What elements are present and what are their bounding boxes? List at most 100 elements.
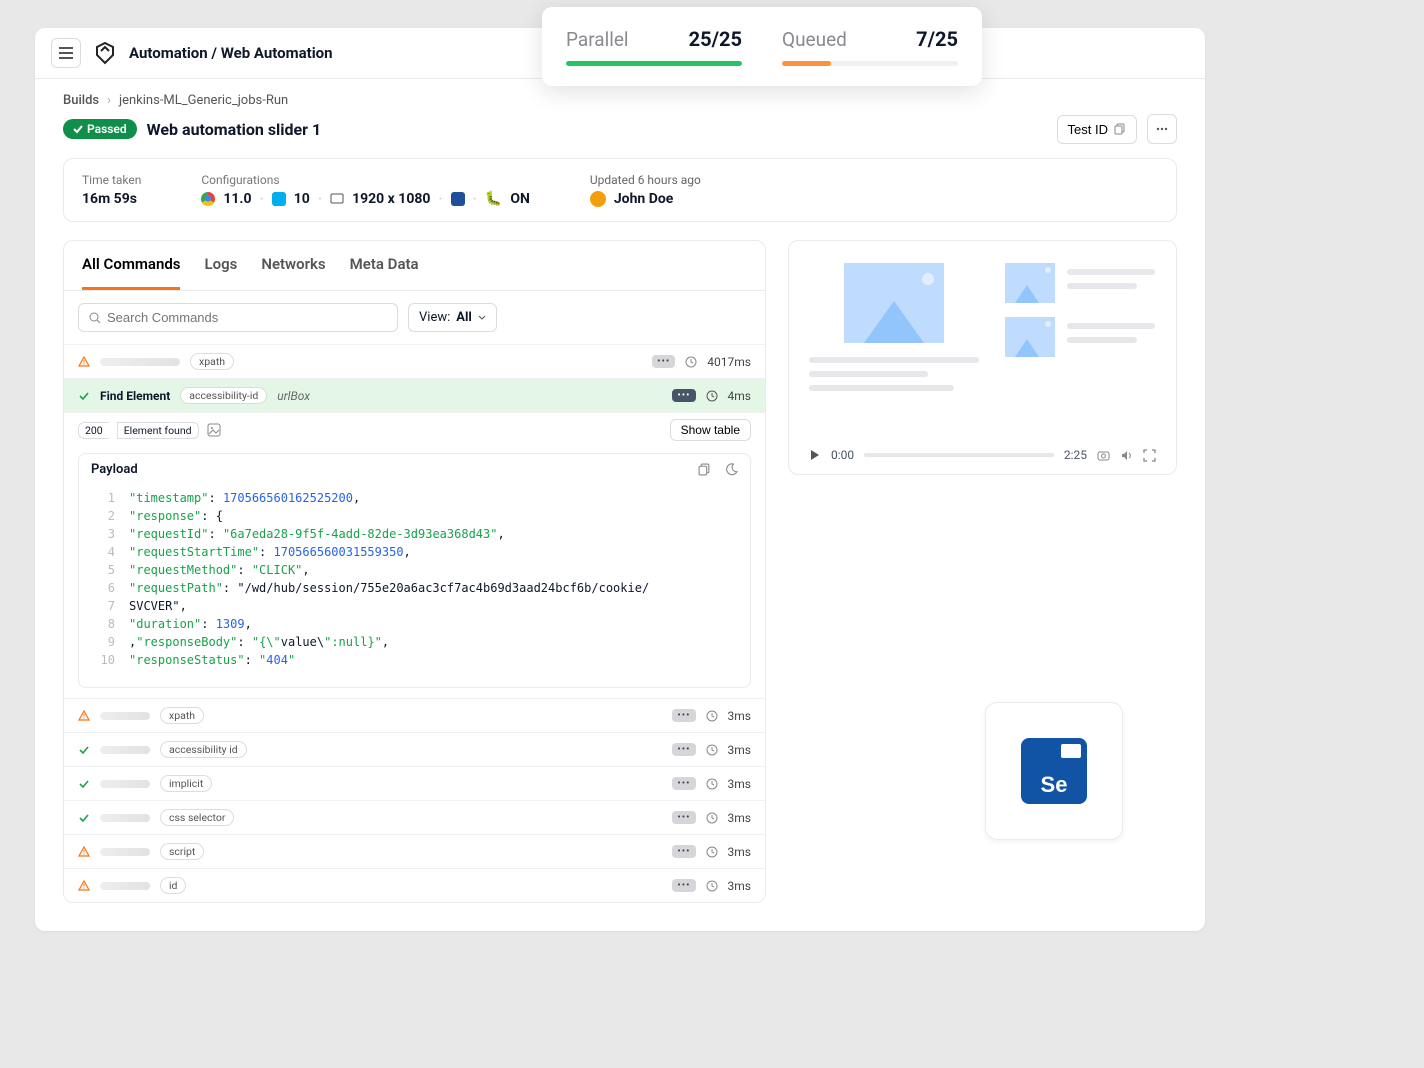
clock-icon xyxy=(706,846,718,858)
video-current-time: 0:00 xyxy=(831,448,854,462)
check-icon xyxy=(78,812,90,824)
breadcrumb-root[interactable]: Builds xyxy=(63,93,99,108)
selenium-card: Se xyxy=(985,702,1123,840)
menu-icon xyxy=(59,47,73,59)
skeleton xyxy=(100,814,150,822)
tab-networks[interactable]: Networks xyxy=(261,255,325,290)
view-dropdown[interactable]: View: All xyxy=(408,303,497,332)
time-label: Time taken xyxy=(82,173,141,187)
warning-icon xyxy=(78,880,90,892)
windows-icon xyxy=(272,192,286,206)
search-input[interactable] xyxy=(78,303,398,332)
clock-icon xyxy=(706,744,718,756)
image-icon[interactable] xyxy=(207,423,221,437)
copy-icon xyxy=(1114,123,1126,135)
stats-banner: Parallel 25/25 Queued 7/25 xyxy=(542,7,982,86)
locator-tag: accessibility id xyxy=(160,741,247,758)
command-row[interactable]: id ••• 3ms xyxy=(64,868,765,902)
tabs: All Commands Logs Networks Meta Data xyxy=(64,241,765,291)
parallel-stat: Parallel 25/25 xyxy=(566,27,742,66)
bug-icon: 🐛 xyxy=(485,191,502,207)
command-row[interactable]: implicit•••3ms xyxy=(64,766,765,800)
chevron-down-icon xyxy=(478,314,486,322)
tab-logs[interactable]: Logs xyxy=(204,255,237,290)
payload-title: Payload xyxy=(91,462,138,477)
screen-icon xyxy=(330,192,344,206)
more-button[interactable] xyxy=(1147,114,1177,144)
row-more-button[interactable]: ••• xyxy=(672,777,695,790)
row-time: 3ms xyxy=(728,879,751,893)
row-more-button[interactable]: ••• xyxy=(672,743,695,756)
dots-icon xyxy=(1156,123,1168,135)
skeleton xyxy=(100,882,150,890)
time-value: 16m 59s xyxy=(82,191,141,207)
locator-tag: accessibility-id xyxy=(180,387,267,404)
row-more-button[interactable]: ••• xyxy=(672,879,695,892)
menu-button[interactable] xyxy=(51,38,81,68)
breadcrumb-item: jenkins-ML_Generic_jobs-Run xyxy=(119,93,288,108)
command-row[interactable]: xpath ••• 4017ms xyxy=(64,344,765,378)
code-badge[interactable]: ••• xyxy=(672,389,695,402)
clock-icon xyxy=(706,390,718,402)
warning-icon xyxy=(78,710,90,722)
play-button[interactable] xyxy=(809,449,821,461)
user-value: John Doe xyxy=(590,191,701,207)
config-values: 11.0 · 10 · 1920 x 1080 · · 🐛 ON xyxy=(201,191,530,207)
check-icon xyxy=(78,390,90,402)
clock-icon xyxy=(706,778,718,790)
chrome-icon xyxy=(201,192,215,206)
locator-tag: implicit xyxy=(160,775,212,792)
moon-icon[interactable] xyxy=(725,463,738,476)
command-row[interactable]: xpath•••3ms xyxy=(64,698,765,732)
row-time: 4017ms xyxy=(707,355,751,369)
locator-tag: id xyxy=(160,877,186,894)
camera-icon[interactable] xyxy=(1097,449,1110,462)
volume-icon[interactable] xyxy=(1120,449,1133,462)
queued-value: 7/25 xyxy=(916,27,958,51)
command-row[interactable]: script•••3ms xyxy=(64,834,765,868)
warning-icon xyxy=(78,356,90,368)
video-placeholder xyxy=(809,263,1156,428)
queued-stat: Queued 7/25 xyxy=(782,27,958,66)
row-more-button[interactable]: ••• xyxy=(672,845,695,858)
header-title: Automation / Web Automation xyxy=(129,44,333,62)
info-card: Time taken 16m 59s Configurations 11.0 ·… xyxy=(63,158,1177,222)
locator-tag: xpath xyxy=(160,707,204,724)
command-row[interactable]: accessibility id ••• 3ms xyxy=(64,732,765,766)
parallel-value: 25/25 xyxy=(689,27,742,51)
tab-all-commands[interactable]: All Commands xyxy=(82,255,180,290)
show-table-button[interactable]: Show table xyxy=(670,419,751,441)
row-time: 3ms xyxy=(728,845,751,859)
row-more-button[interactable]: ••• xyxy=(672,709,695,722)
queued-bar xyxy=(782,61,958,66)
tab-meta-data[interactable]: Meta Data xyxy=(350,255,419,290)
copy-icon[interactable] xyxy=(698,463,711,476)
row-time: 4ms xyxy=(728,389,751,403)
command-row-selected[interactable]: Find Element accessibility-id urlBox •••… xyxy=(64,378,765,412)
row-more-button[interactable]: ••• xyxy=(652,355,675,368)
payload-box: Payload 1"timestamp": 170566560162525200… xyxy=(78,453,751,688)
selenium-icon xyxy=(451,192,465,206)
check-icon xyxy=(78,778,90,790)
page-title: Web automation slider 1 xyxy=(147,120,322,139)
locator-tag: css selector xyxy=(160,809,234,826)
fullscreen-icon[interactable] xyxy=(1143,449,1156,462)
test-id-button[interactable]: Test ID xyxy=(1057,115,1137,144)
queued-label: Queued xyxy=(782,28,847,51)
row-time: 3ms xyxy=(728,811,751,825)
row-time: 3ms xyxy=(728,743,751,757)
clock-icon xyxy=(706,812,718,824)
clock-icon xyxy=(706,880,718,892)
clock-icon xyxy=(685,356,697,368)
video-total-time: 2:25 xyxy=(1064,448,1087,462)
video-progress[interactable] xyxy=(864,453,1054,457)
command-row[interactable]: css selector ••• 3ms xyxy=(64,800,765,834)
payload-code: 1"timestamp": 170566560162525200,2 "resp… xyxy=(79,485,750,687)
search-icon xyxy=(89,312,101,324)
command-subrow: 200 Element found Show table xyxy=(64,412,765,447)
locator-tag: xpath xyxy=(190,353,234,370)
avatar-icon xyxy=(590,191,606,207)
command-url: urlBox xyxy=(277,389,310,403)
skeleton xyxy=(100,358,180,366)
row-more-button[interactable]: ••• xyxy=(672,811,695,824)
